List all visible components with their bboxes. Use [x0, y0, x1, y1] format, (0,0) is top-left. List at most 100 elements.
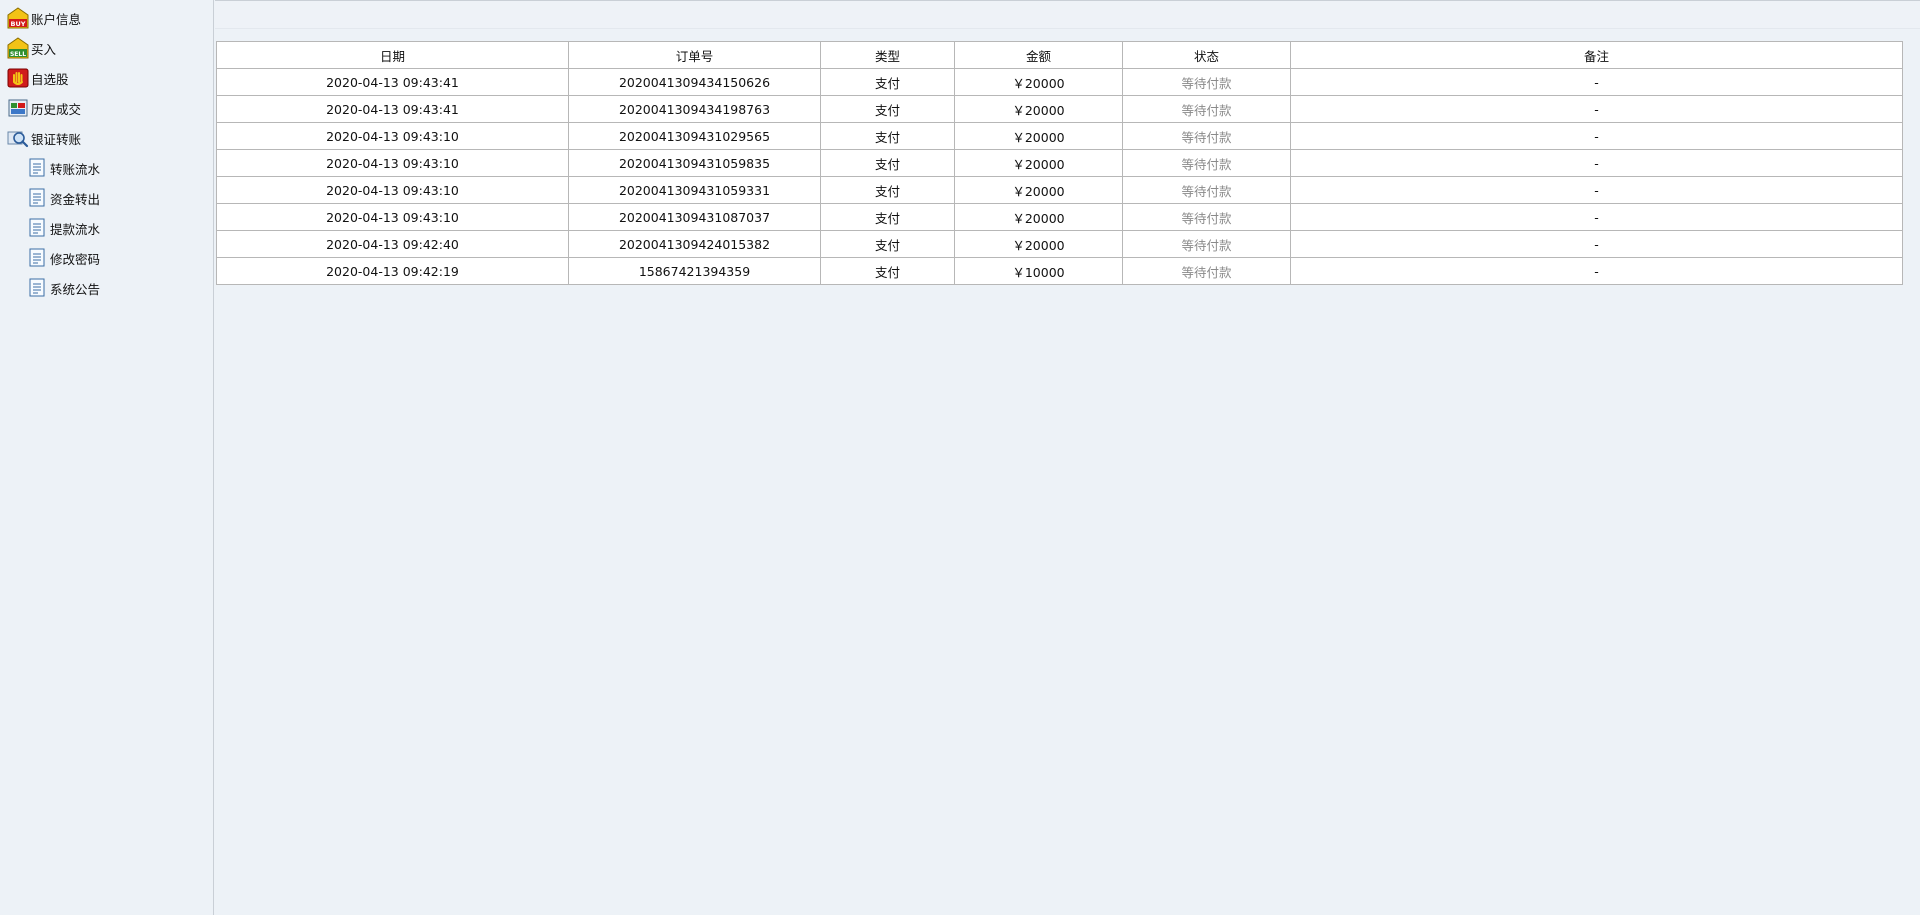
- cell-note: -: [1290, 176, 1903, 204]
- cell-date: 2020-04-13 09:43:10: [216, 176, 569, 204]
- table-header-row: 日期 订单号 类型 金额 状态 备注: [216, 41, 1903, 69]
- transfer-search-icon: [7, 127, 29, 149]
- cell-type: 支付: [820, 257, 955, 285]
- cell-type: 支付: [820, 95, 955, 123]
- cell-status: 等待付款: [1122, 203, 1291, 231]
- cell-order-number: 2020041309431087037: [568, 203, 821, 231]
- cell-amount: ￥20000: [954, 122, 1123, 150]
- column-header-date: 日期: [216, 41, 569, 69]
- sidebar-item-fund-transfer-out[interactable]: 资金转出: [0, 183, 213, 213]
- main-content: 日期 订单号 类型 金额 状态 备注 2020-04-13 09:43:41 2…: [215, 0, 1920, 915]
- sidebar-item-label: 自选股: [31, 71, 69, 87]
- cell-status: 等待付款: [1122, 230, 1291, 258]
- sidebar-item-transfer-records[interactable]: 转账流水: [0, 153, 213, 183]
- cell-note: -: [1290, 68, 1903, 96]
- cell-order-number: 2020041309431059331: [568, 176, 821, 204]
- cell-type: 支付: [820, 68, 955, 96]
- document-icon: [29, 158, 46, 178]
- sidebar-item-label: 银证转账: [31, 131, 82, 147]
- cell-date: 2020-04-13 09:43:10: [216, 122, 569, 150]
- cell-date: 2020-04-13 09:43:10: [216, 149, 569, 177]
- table-row: 2020-04-13 09:43:41 2020041309434150626 …: [216, 68, 1903, 96]
- cell-status: 等待付款: [1122, 176, 1291, 204]
- buy-icon: BUY: [7, 7, 29, 29]
- table-row: 2020-04-13 09:43:10 2020041309431029565 …: [216, 122, 1903, 150]
- sidebar-item-label: 转账流水: [50, 161, 101, 177]
- table-row: 2020-04-13 09:42:19 15867421394359 支付 ￥1…: [216, 257, 1903, 285]
- svg-text:BUY: BUY: [11, 20, 26, 28]
- sidebar-item-account-info[interactable]: BUY 账户信息: [0, 3, 213, 33]
- cell-amount: ￥20000: [954, 203, 1123, 231]
- cell-note: -: [1290, 230, 1903, 258]
- cell-date: 2020-04-13 09:43:41: [216, 68, 569, 96]
- cell-order-number: 2020041309424015382: [568, 230, 821, 258]
- document-icon: [29, 218, 46, 238]
- cell-status: 等待付款: [1122, 68, 1291, 96]
- table-row: 2020-04-13 09:43:10 2020041309431087037 …: [216, 203, 1903, 231]
- cell-type: 支付: [820, 176, 955, 204]
- cell-status: 等待付款: [1122, 122, 1291, 150]
- column-header-status: 状态: [1122, 41, 1291, 69]
- cell-amount: ￥20000: [954, 95, 1123, 123]
- sidebar-item-label: 资金转出: [50, 191, 101, 207]
- sidebar-item-change-password[interactable]: 修改密码: [0, 243, 213, 273]
- cell-type: 支付: [820, 203, 955, 231]
- table-row: 2020-04-13 09:43:10 2020041309431059331 …: [216, 176, 1903, 204]
- sidebar-item-label: 修改密码: [50, 251, 101, 267]
- cell-order-number: 2020041309431029565: [568, 122, 821, 150]
- cell-order-number: 15867421394359: [568, 257, 821, 285]
- cell-status: 等待付款: [1122, 257, 1291, 285]
- cell-date: 2020-04-13 09:42:19: [216, 257, 569, 285]
- orders-table-container: 日期 订单号 类型 金额 状态 备注 2020-04-13 09:43:41 2…: [216, 41, 1903, 285]
- cell-note: -: [1290, 95, 1903, 123]
- orders-table: 日期 订单号 类型 金额 状态 备注 2020-04-13 09:43:41 2…: [216, 41, 1903, 285]
- document-icon: [29, 278, 46, 298]
- cell-note: -: [1290, 149, 1903, 177]
- table-row: 2020-04-13 09:43:10 2020041309431059835 …: [216, 149, 1903, 177]
- cell-date: 2020-04-13 09:43:41: [216, 95, 569, 123]
- sidebar-item-system-announcement[interactable]: 系统公告: [0, 273, 213, 303]
- sidebar-item-buy[interactable]: SELL 买入: [0, 33, 213, 63]
- cell-amount: ￥10000: [954, 257, 1123, 285]
- sidebar: BUY 账户信息 SELL 买入 自选股 历史成交 银证转账 转账流水 资金转出…: [0, 0, 214, 915]
- table-row: 2020-04-13 09:42:40 2020041309424015382 …: [216, 230, 1903, 258]
- sidebar-item-watchlist[interactable]: 自选股: [0, 63, 213, 93]
- cell-status: 等待付款: [1122, 95, 1291, 123]
- cell-order-number: 2020041309434198763: [568, 95, 821, 123]
- cell-amount: ￥20000: [954, 149, 1123, 177]
- cell-type: 支付: [820, 149, 955, 177]
- cell-amount: ￥20000: [954, 68, 1123, 96]
- cell-type: 支付: [820, 230, 955, 258]
- column-header-type: 类型: [820, 41, 955, 69]
- document-icon: [29, 188, 46, 208]
- sell-icon: SELL: [7, 37, 29, 59]
- sidebar-item-label: 提款流水: [50, 221, 101, 237]
- cell-date: 2020-04-13 09:43:10: [216, 203, 569, 231]
- column-header-order-number: 订单号: [568, 41, 821, 69]
- cell-note: -: [1290, 257, 1903, 285]
- sidebar-item-withdrawal-records[interactable]: 提款流水: [0, 213, 213, 243]
- cell-order-number: 2020041309434150626: [568, 68, 821, 96]
- cell-date: 2020-04-13 09:42:40: [216, 230, 569, 258]
- cell-note: -: [1290, 203, 1903, 231]
- cell-type: 支付: [820, 122, 955, 150]
- top-bar: [215, 0, 1920, 29]
- sidebar-item-label: 买入: [31, 41, 57, 57]
- trade-history-icon: [7, 97, 29, 119]
- cell-status: 等待付款: [1122, 149, 1291, 177]
- table-row: 2020-04-13 09:43:41 2020041309434198763 …: [216, 95, 1903, 123]
- svg-text:SELL: SELL: [10, 51, 26, 58]
- cell-amount: ￥20000: [954, 176, 1123, 204]
- cell-order-number: 2020041309431059835: [568, 149, 821, 177]
- sidebar-item-history[interactable]: 历史成交: [0, 93, 213, 123]
- hand-icon: [7, 67, 29, 89]
- sidebar-item-label: 系统公告: [50, 281, 101, 297]
- cell-amount: ￥20000: [954, 230, 1123, 258]
- column-header-note: 备注: [1290, 41, 1903, 69]
- sidebar-item-bank-transfer[interactable]: 银证转账: [0, 123, 213, 153]
- document-icon: [29, 248, 46, 268]
- sidebar-item-label: 账户信息: [31, 11, 82, 27]
- sidebar-item-label: 历史成交: [31, 101, 82, 117]
- cell-note: -: [1290, 122, 1903, 150]
- column-header-amount: 金额: [954, 41, 1123, 69]
